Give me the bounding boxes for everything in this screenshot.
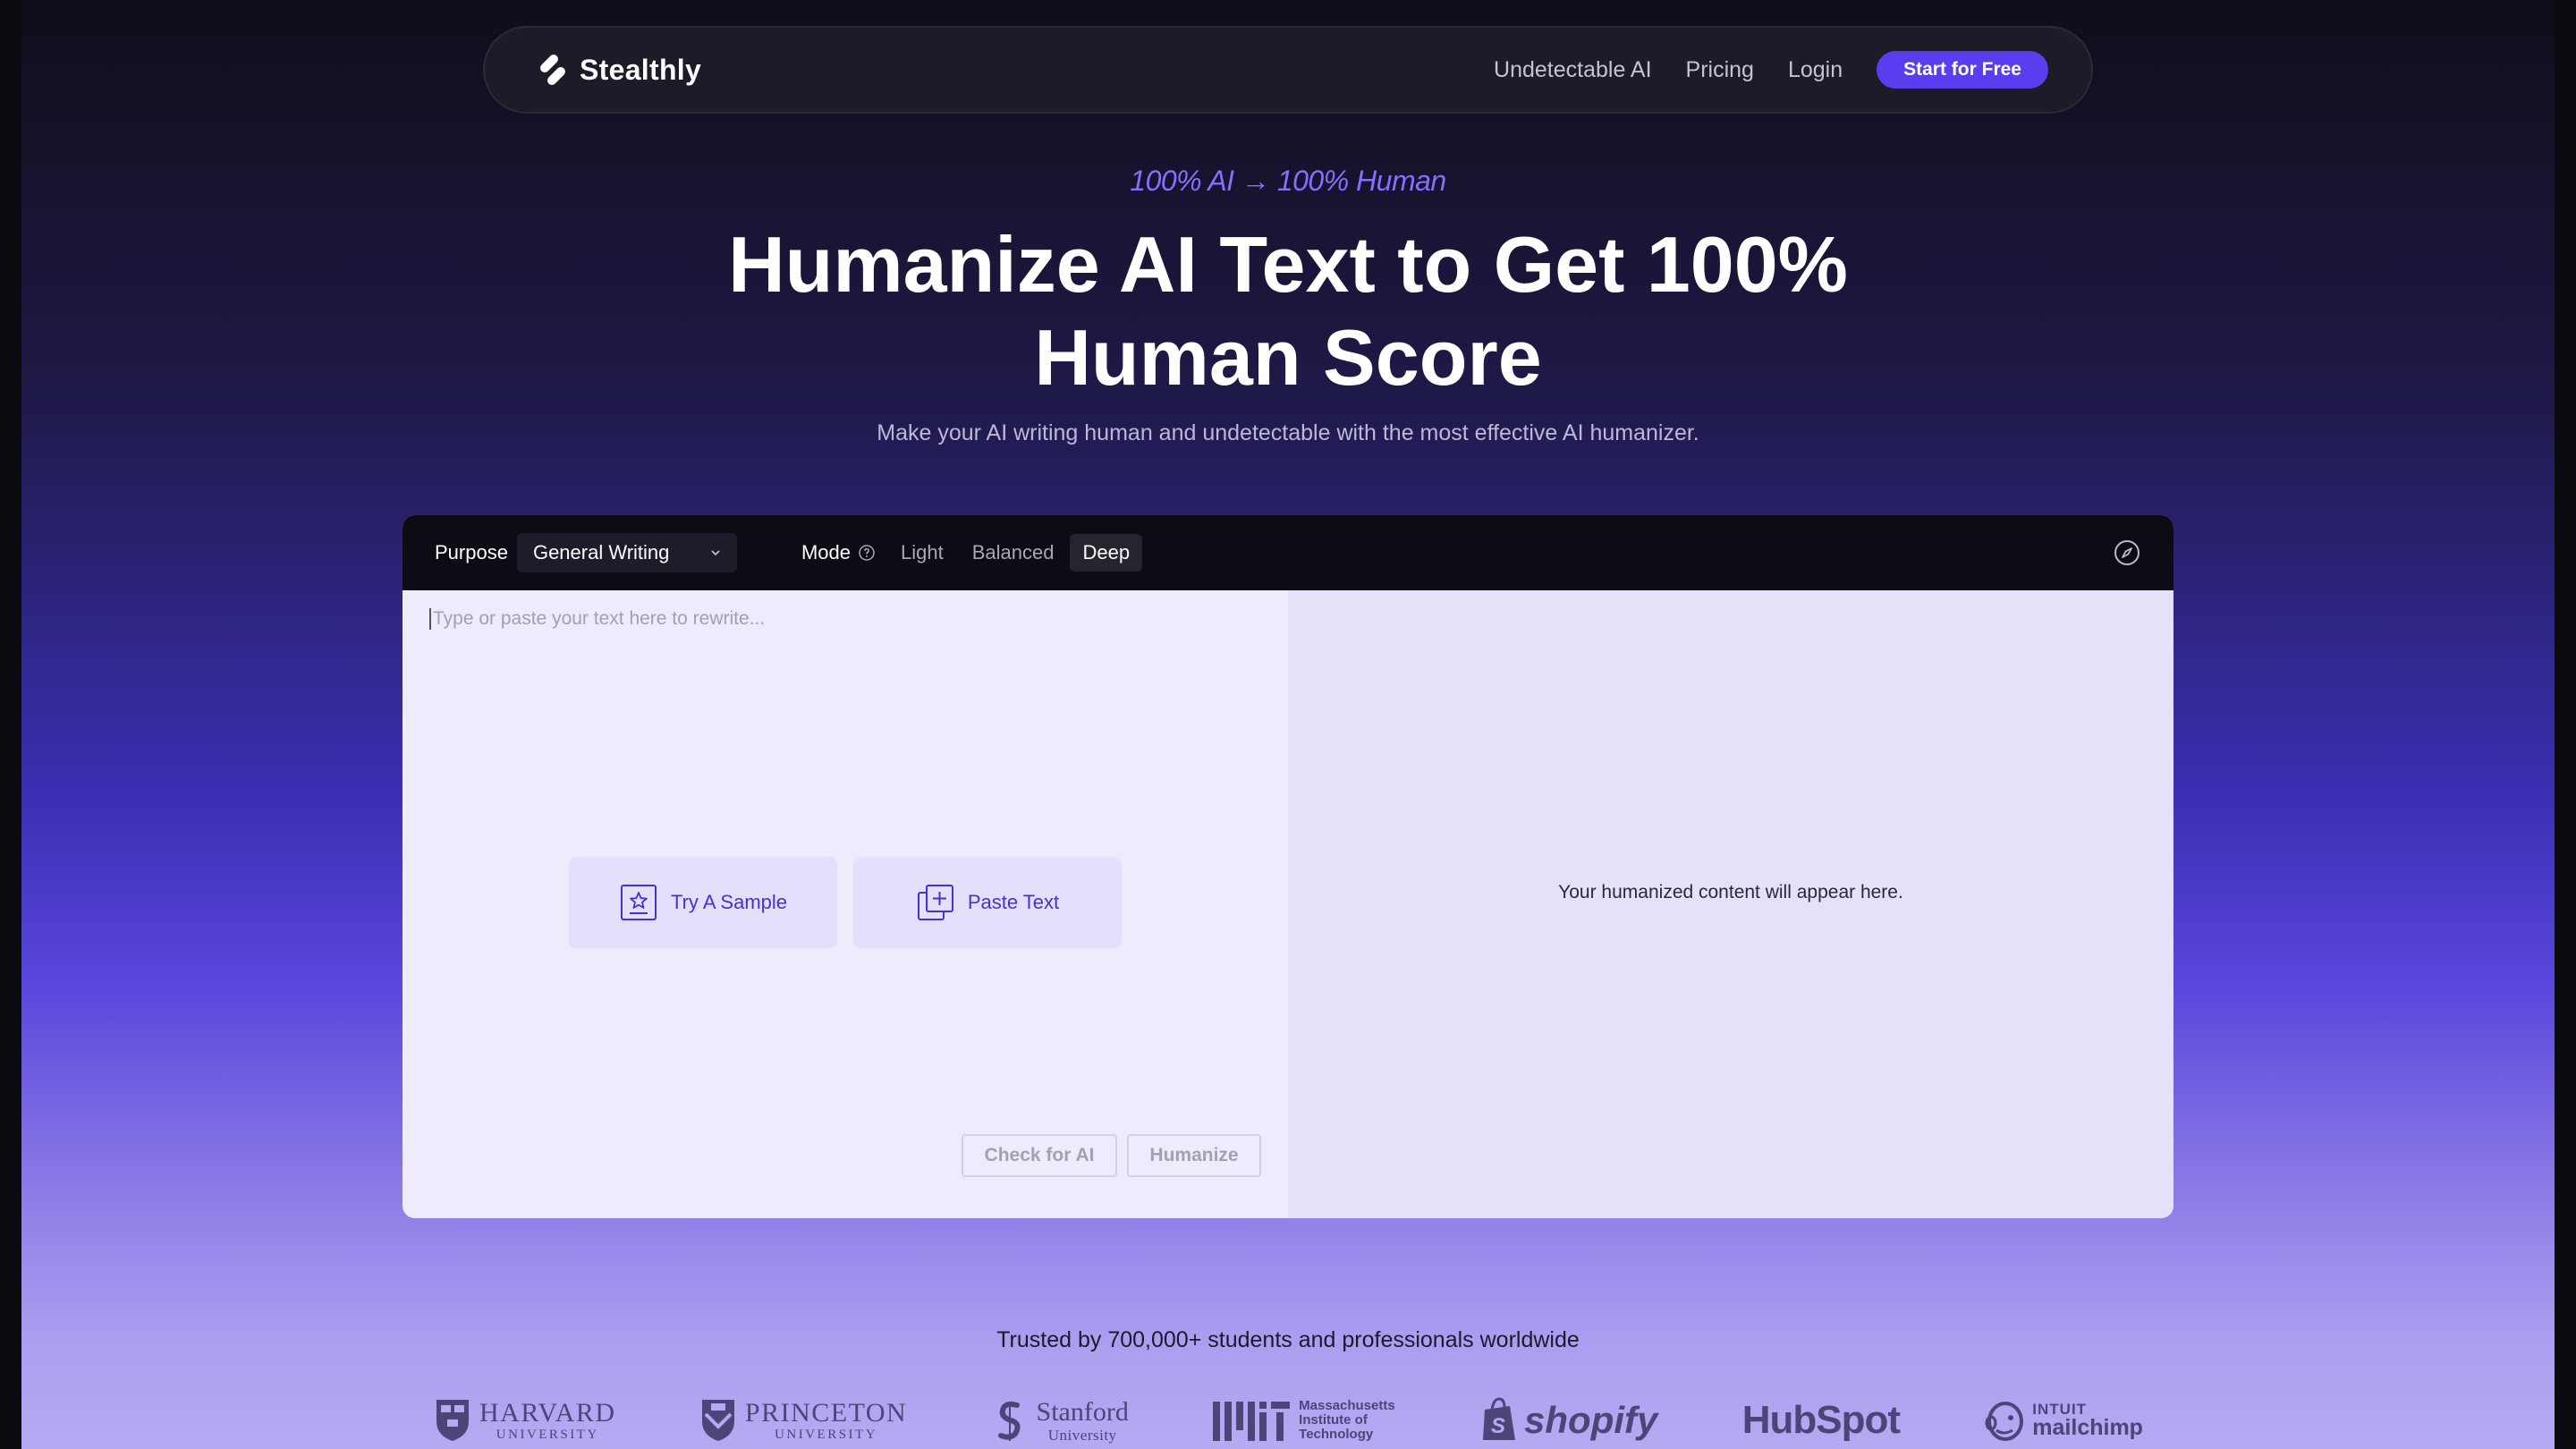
hero-eyebrow: 100% AI → 100% Human (1130, 165, 1446, 197)
paste-add-icon (917, 885, 953, 920)
chevron-down-icon (711, 550, 720, 556)
purpose-label: Purpose (435, 541, 508, 564)
stanford-name: Stanford (1036, 1396, 1129, 1427)
mit-line-3: Technology (1299, 1426, 1374, 1442)
nav-link-undetectable-ai[interactable]: Undetectable AI (1494, 57, 1652, 83)
compass-icon[interactable] (2113, 538, 2141, 567)
output-pane: Your humanized content will appear here. (1288, 590, 2174, 1218)
star-document-icon (620, 885, 657, 920)
stanford-sub: University (1047, 1426, 1117, 1444)
input-placeholder: Type or paste your text here to rewrite.… (429, 608, 765, 630)
hubspot-logo: HubSpot (1741, 1398, 1901, 1442)
harvard-shield-icon (436, 1400, 469, 1441)
harvard-sub: UNIVERSITY (496, 1427, 599, 1442)
mit-logo: Massachusetts Institute of Technology (1213, 1399, 1395, 1441)
mailchimp-freddie-icon (1985, 1402, 2024, 1441)
princeton-shield-icon (701, 1400, 734, 1441)
try-sample-label: Try A Sample (670, 891, 787, 913)
input-pane[interactable]: Type or paste your text here to rewrite.… (402, 590, 1288, 1218)
mailchimp-bottom-text: mailchimp (2032, 1415, 2143, 1440)
brand-name: Stealthly (580, 53, 702, 86)
hero-subtitle: Make your AI writing human and undetecta… (877, 420, 1699, 445)
mode-option-balanced[interactable]: Balanced (960, 534, 1067, 572)
harvard-logo: HARVARD UNIVERSITY (435, 1398, 616, 1443)
nav-link-pricing[interactable]: Pricing (1686, 57, 1754, 83)
mit-bars-icon (1213, 1402, 1291, 1441)
output-placeholder: Your humanized content will appear here. (1558, 882, 1903, 902)
help-circle-icon[interactable] (858, 544, 876, 562)
princeton-logo: PRINCETON UNIVERSITY (700, 1398, 907, 1443)
editor-toolbar: Purpose General Writing Mode Light Balan… (402, 515, 2174, 590)
hero-title-line-1: Humanize AI Text to Get 100% (728, 220, 1848, 309)
purpose-select[interactable]: General Writing (516, 533, 737, 572)
try-sample-button[interactable]: Try A Sample (569, 857, 837, 948)
purpose-select-value: General Writing (532, 541, 670, 564)
mit-line-2: Institute of (1299, 1412, 1368, 1428)
mode-label: Mode (801, 541, 851, 564)
shopify-text: shopify (1524, 1399, 1658, 1441)
trusted-logos-row: HARVARD UNIVERSITY PRINCETON UNIVERSITY … (435, 1392, 2143, 1449)
humanize-button[interactable]: Humanize (1127, 1134, 1261, 1177)
shopify-bag-icon: S (1483, 1397, 1516, 1440)
trusted-by-text: Trusted by 700,000+ students and profess… (996, 1327, 1580, 1352)
start-for-free-button[interactable]: Start for Free (1877, 51, 2048, 89)
mode-control: Mode Light Balanced Deep (801, 534, 1143, 572)
stealthly-logo-icon (540, 55, 565, 85)
check-for-ai-button[interactable]: Check for AI (962, 1134, 1117, 1177)
princeton-sub: UNIVERSITY (775, 1427, 878, 1442)
mode-option-light[interactable]: Light (888, 534, 956, 572)
top-navbar: Stealthly Undetectable AI Pricing Login … (483, 26, 2093, 114)
mailchimp-logo: INTUIT mailchimp (1984, 1398, 2143, 1443)
paste-text-label: Paste Text (967, 891, 1060, 913)
hero-title-line-2: Human Score (1034, 313, 1542, 402)
humanizer-editor: Purpose General Writing Mode Light Balan… (402, 515, 2174, 1218)
stanford-logo: Stanford University (992, 1398, 1129, 1443)
mode-option-deep[interactable]: Deep (1070, 534, 1143, 572)
harvard-name: HARVARD (479, 1397, 616, 1428)
brand-logo[interactable]: Stealthly (535, 52, 701, 88)
nav-link-login[interactable]: Login (1788, 57, 1843, 83)
svg-text:S: S (1491, 1414, 1505, 1438)
princeton-name: PRINCETON (744, 1397, 908, 1428)
hero-title: Humanize AI Text to Get 100% Human Score (0, 218, 2576, 404)
stanford-tree-icon (997, 1401, 1021, 1441)
shopify-logo: S shopify (1479, 1397, 1657, 1444)
mit-line-1: Massachusetts (1299, 1398, 1395, 1414)
paste-text-button[interactable]: Paste Text (853, 857, 1122, 948)
